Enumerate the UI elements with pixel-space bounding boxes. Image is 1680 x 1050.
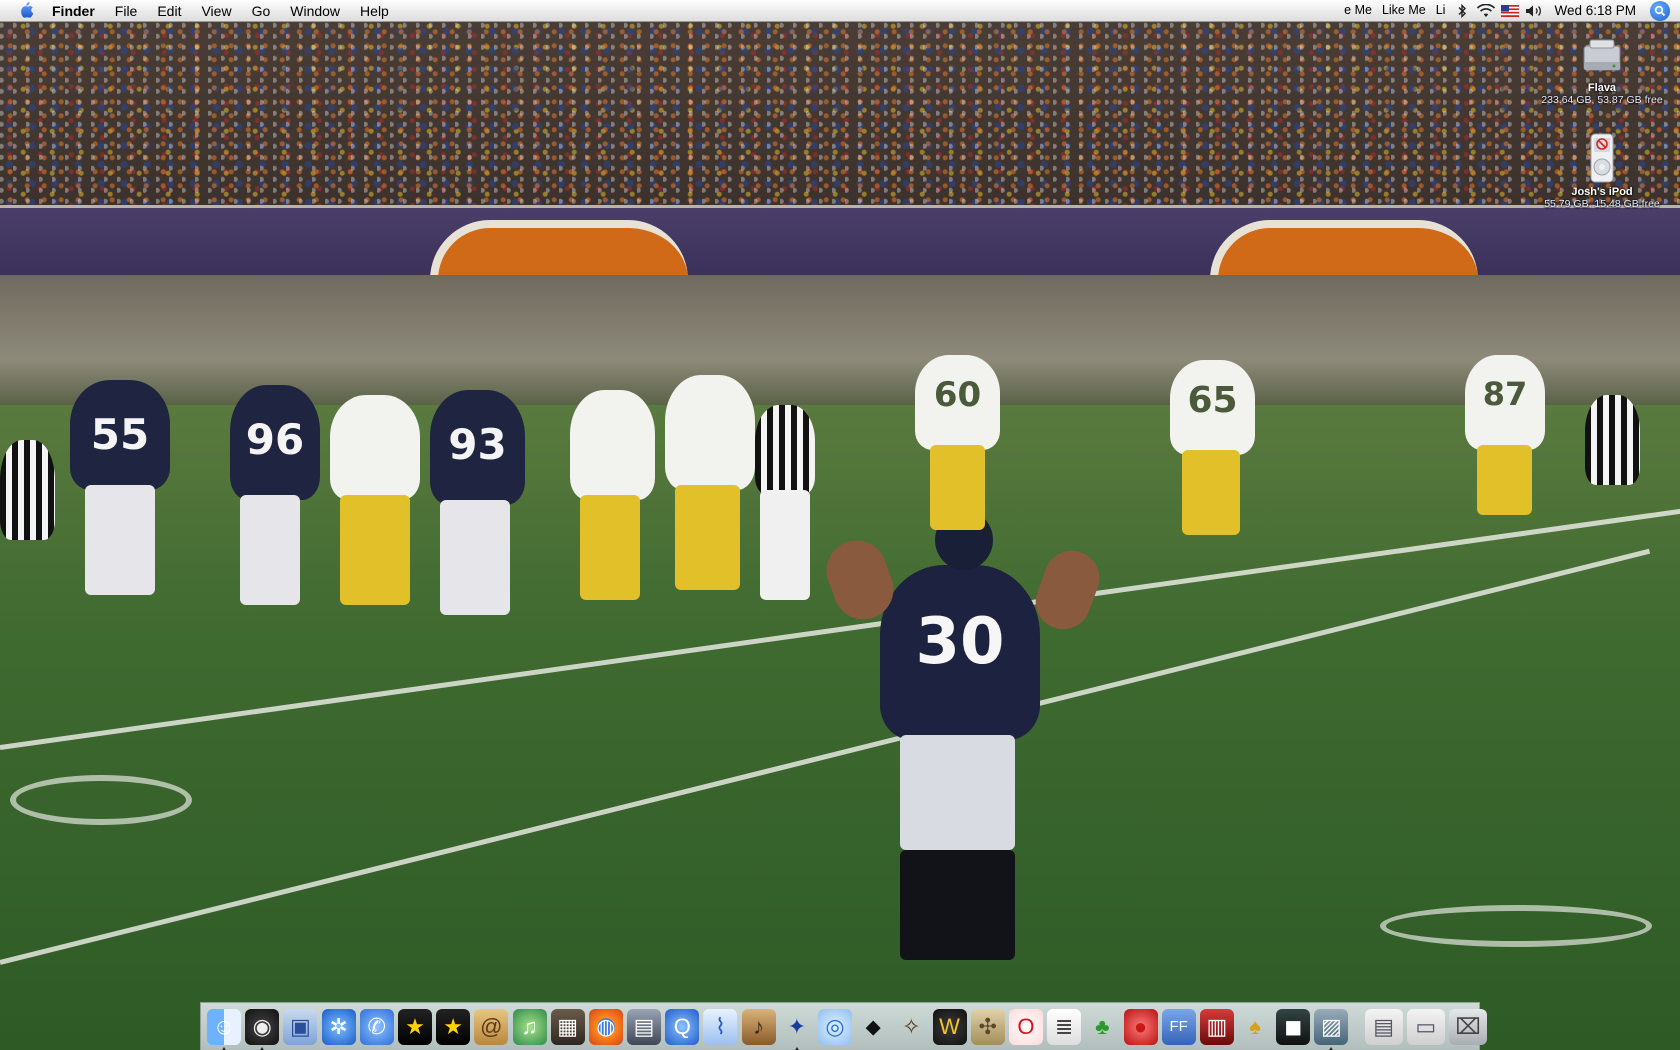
menu-clock[interactable]: Wed 6:18 PM: [1546, 3, 1650, 18]
dock: ☺ ◉ ▣ ✲ ✆ ★ ★ @ ♫ ▦ ◍ ▤ Q ⌇ ♪ ✦ ◎ ⬥ ✧ W ✣ O ≣ ♣ ● FF ▥ ♠ ◼ ▨ ▤ ▭ ⌧: [200, 1002, 1487, 1050]
address-book-icon[interactable]: @: [474, 1008, 509, 1045]
wallpaper-player: 60: [915, 355, 1000, 530]
preview-icon[interactable]: ▣: [283, 1008, 318, 1045]
frog-icon[interactable]: ♣: [1085, 1009, 1119, 1045]
bluetooth-icon[interactable]: [1450, 0, 1474, 21]
menu-extras: e Me Like Me Li Wed 6:18 PM: [1339, 0, 1680, 21]
cyberduck-icon[interactable]: ✦: [780, 1009, 814, 1050]
dashboard-icon[interactable]: ◉: [245, 1008, 280, 1050]
documents-stack-icon[interactable]: ▤: [1364, 1008, 1403, 1045]
safari-icon[interactable]: ✲: [321, 1008, 356, 1045]
menu-window[interactable]: Window: [280, 0, 350, 22]
wallpaper-player: 96: [230, 385, 320, 605]
running-indicator: [793, 1046, 800, 1050]
menu-edit[interactable]: Edit: [147, 0, 191, 22]
wallpaper-wall-arc: [430, 220, 688, 283]
wallpaper-player: 93: [430, 390, 525, 615]
wallpaper-referee: [755, 405, 815, 600]
imovie-icon[interactable]: ▤: [627, 1008, 662, 1045]
menu-extra-item[interactable]: Li: [1431, 0, 1451, 21]
text-icon[interactable]: ≣: [1047, 1008, 1082, 1045]
ipod-icon: [1578, 132, 1626, 184]
wallpaper-player: [330, 395, 420, 605]
menu-file[interactable]: File: [105, 0, 148, 22]
menu-go[interactable]: Go: [242, 0, 281, 22]
trash-icon[interactable]: ⌧: [1449, 1008, 1487, 1045]
desktop-icon-label: Flava: [1587, 82, 1617, 94]
downloads-stack-icon[interactable]: ▭: [1406, 1008, 1445, 1045]
w-icon[interactable]: W: [932, 1008, 967, 1045]
menu-app-name[interactable]: Finder: [42, 0, 105, 22]
wallpaper-crowd: [0, 22, 1680, 232]
wallpaper-referee: [1585, 395, 1640, 485]
star-icon[interactable]: ★: [436, 1008, 471, 1045]
menu-help[interactable]: Help: [350, 0, 399, 22]
menu-view[interactable]: View: [191, 0, 241, 22]
wallpaper-player: 55: [70, 380, 170, 595]
pineapple-icon[interactable]: ♠: [1238, 1009, 1272, 1045]
wallpaper-field-marking: [10, 775, 192, 825]
ichat-icon[interactable]: ✆: [359, 1008, 394, 1045]
wallpaper-player: 87: [1465, 355, 1545, 515]
wallpaper: 55 96 93 30 60 65 87: [0, 0, 1680, 1050]
map-icon[interactable]: ✣: [970, 1008, 1005, 1045]
menu-extra-item[interactable]: Like Me: [1377, 0, 1431, 21]
running-indicator: [221, 1046, 227, 1050]
ff-icon[interactable]: FF: [1161, 1008, 1196, 1045]
activity-icon[interactable]: ◼: [1276, 1008, 1311, 1045]
wallpaper-field-marking: [1380, 905, 1652, 947]
record-icon[interactable]: ●: [1123, 1008, 1158, 1045]
quicktime-icon[interactable]: Q: [665, 1008, 700, 1045]
wallpaper-wall-arc: [1210, 220, 1478, 283]
menu-extra-item[interactable]: e Me: [1339, 0, 1377, 21]
opera-icon[interactable]: O: [1008, 1008, 1043, 1045]
photos-icon[interactable]: ▨: [1314, 1008, 1349, 1050]
dock-stacks: ▤ ▭ ⌧: [1364, 1008, 1492, 1045]
desktop-icon-info: 55.79 GB, 15.48 GB free: [1544, 198, 1660, 210]
wifi-icon[interactable]: [1474, 0, 1498, 21]
iphoto-icon[interactable]: ▦: [550, 1008, 585, 1045]
desktop: 55 96 93 30 60 65 87 Finder File Edit Vi…: [0, 0, 1680, 1050]
running-indicator: [1328, 1046, 1335, 1050]
wallpaper-player: [665, 375, 755, 590]
wallpaper-player: [570, 390, 655, 600]
desktop-icon-info: 233.64 GB, 53.87 GB free: [1541, 94, 1663, 106]
film-icon[interactable]: ▥: [1199, 1008, 1234, 1045]
apple-menu-icon[interactable]: [12, 0, 42, 22]
desktop-icon-ipod[interactable]: Josh's iPod 55.79 GB, 15.48 GB free: [1527, 132, 1677, 210]
sign-icon[interactable]: ⬥: [856, 1009, 890, 1045]
firefox-icon[interactable]: ◍: [588, 1008, 623, 1045]
iweb-icon[interactable]: ⌇: [703, 1008, 738, 1045]
us-flag-input-icon[interactable]: [1498, 0, 1522, 21]
desktop-icon-hard-drive[interactable]: Flava 233.64 GB, 53.87 GB free: [1527, 32, 1677, 106]
hard-drive-icon: [1578, 32, 1626, 80]
desktop-icon-label: Josh's iPod: [1571, 186, 1633, 198]
griffon-icon[interactable]: ✧: [894, 1009, 928, 1045]
finder-icon[interactable]: ☺: [207, 1008, 241, 1050]
search-icon[interactable]: ◎: [818, 1008, 852, 1045]
wallpaper-player: 65: [1170, 360, 1255, 535]
star-icon[interactable]: ★: [397, 1008, 432, 1045]
itunes-icon[interactable]: ♫: [512, 1008, 547, 1045]
dock-apps: ☺ ◉ ▣ ✲ ✆ ★ ★ @ ♫ ▦ ◍ ▤ Q ⌇ ♪ ✦ ◎ ⬥ ✧ W ✣ O ≣ ♣ ● FF ▥ ♠ ◼ ▨: [207, 1008, 1353, 1050]
garageband-icon[interactable]: ♪: [741, 1008, 776, 1045]
menu-bar: Finder File Edit View Go Window Help e M…: [0, 0, 1680, 22]
volume-icon[interactable]: [1522, 0, 1546, 21]
running-indicator: [259, 1046, 266, 1050]
wallpaper-player-30: 30: [880, 510, 1040, 960]
wallpaper-referee: [0, 440, 55, 540]
spotlight-icon[interactable]: [1650, 0, 1670, 21]
